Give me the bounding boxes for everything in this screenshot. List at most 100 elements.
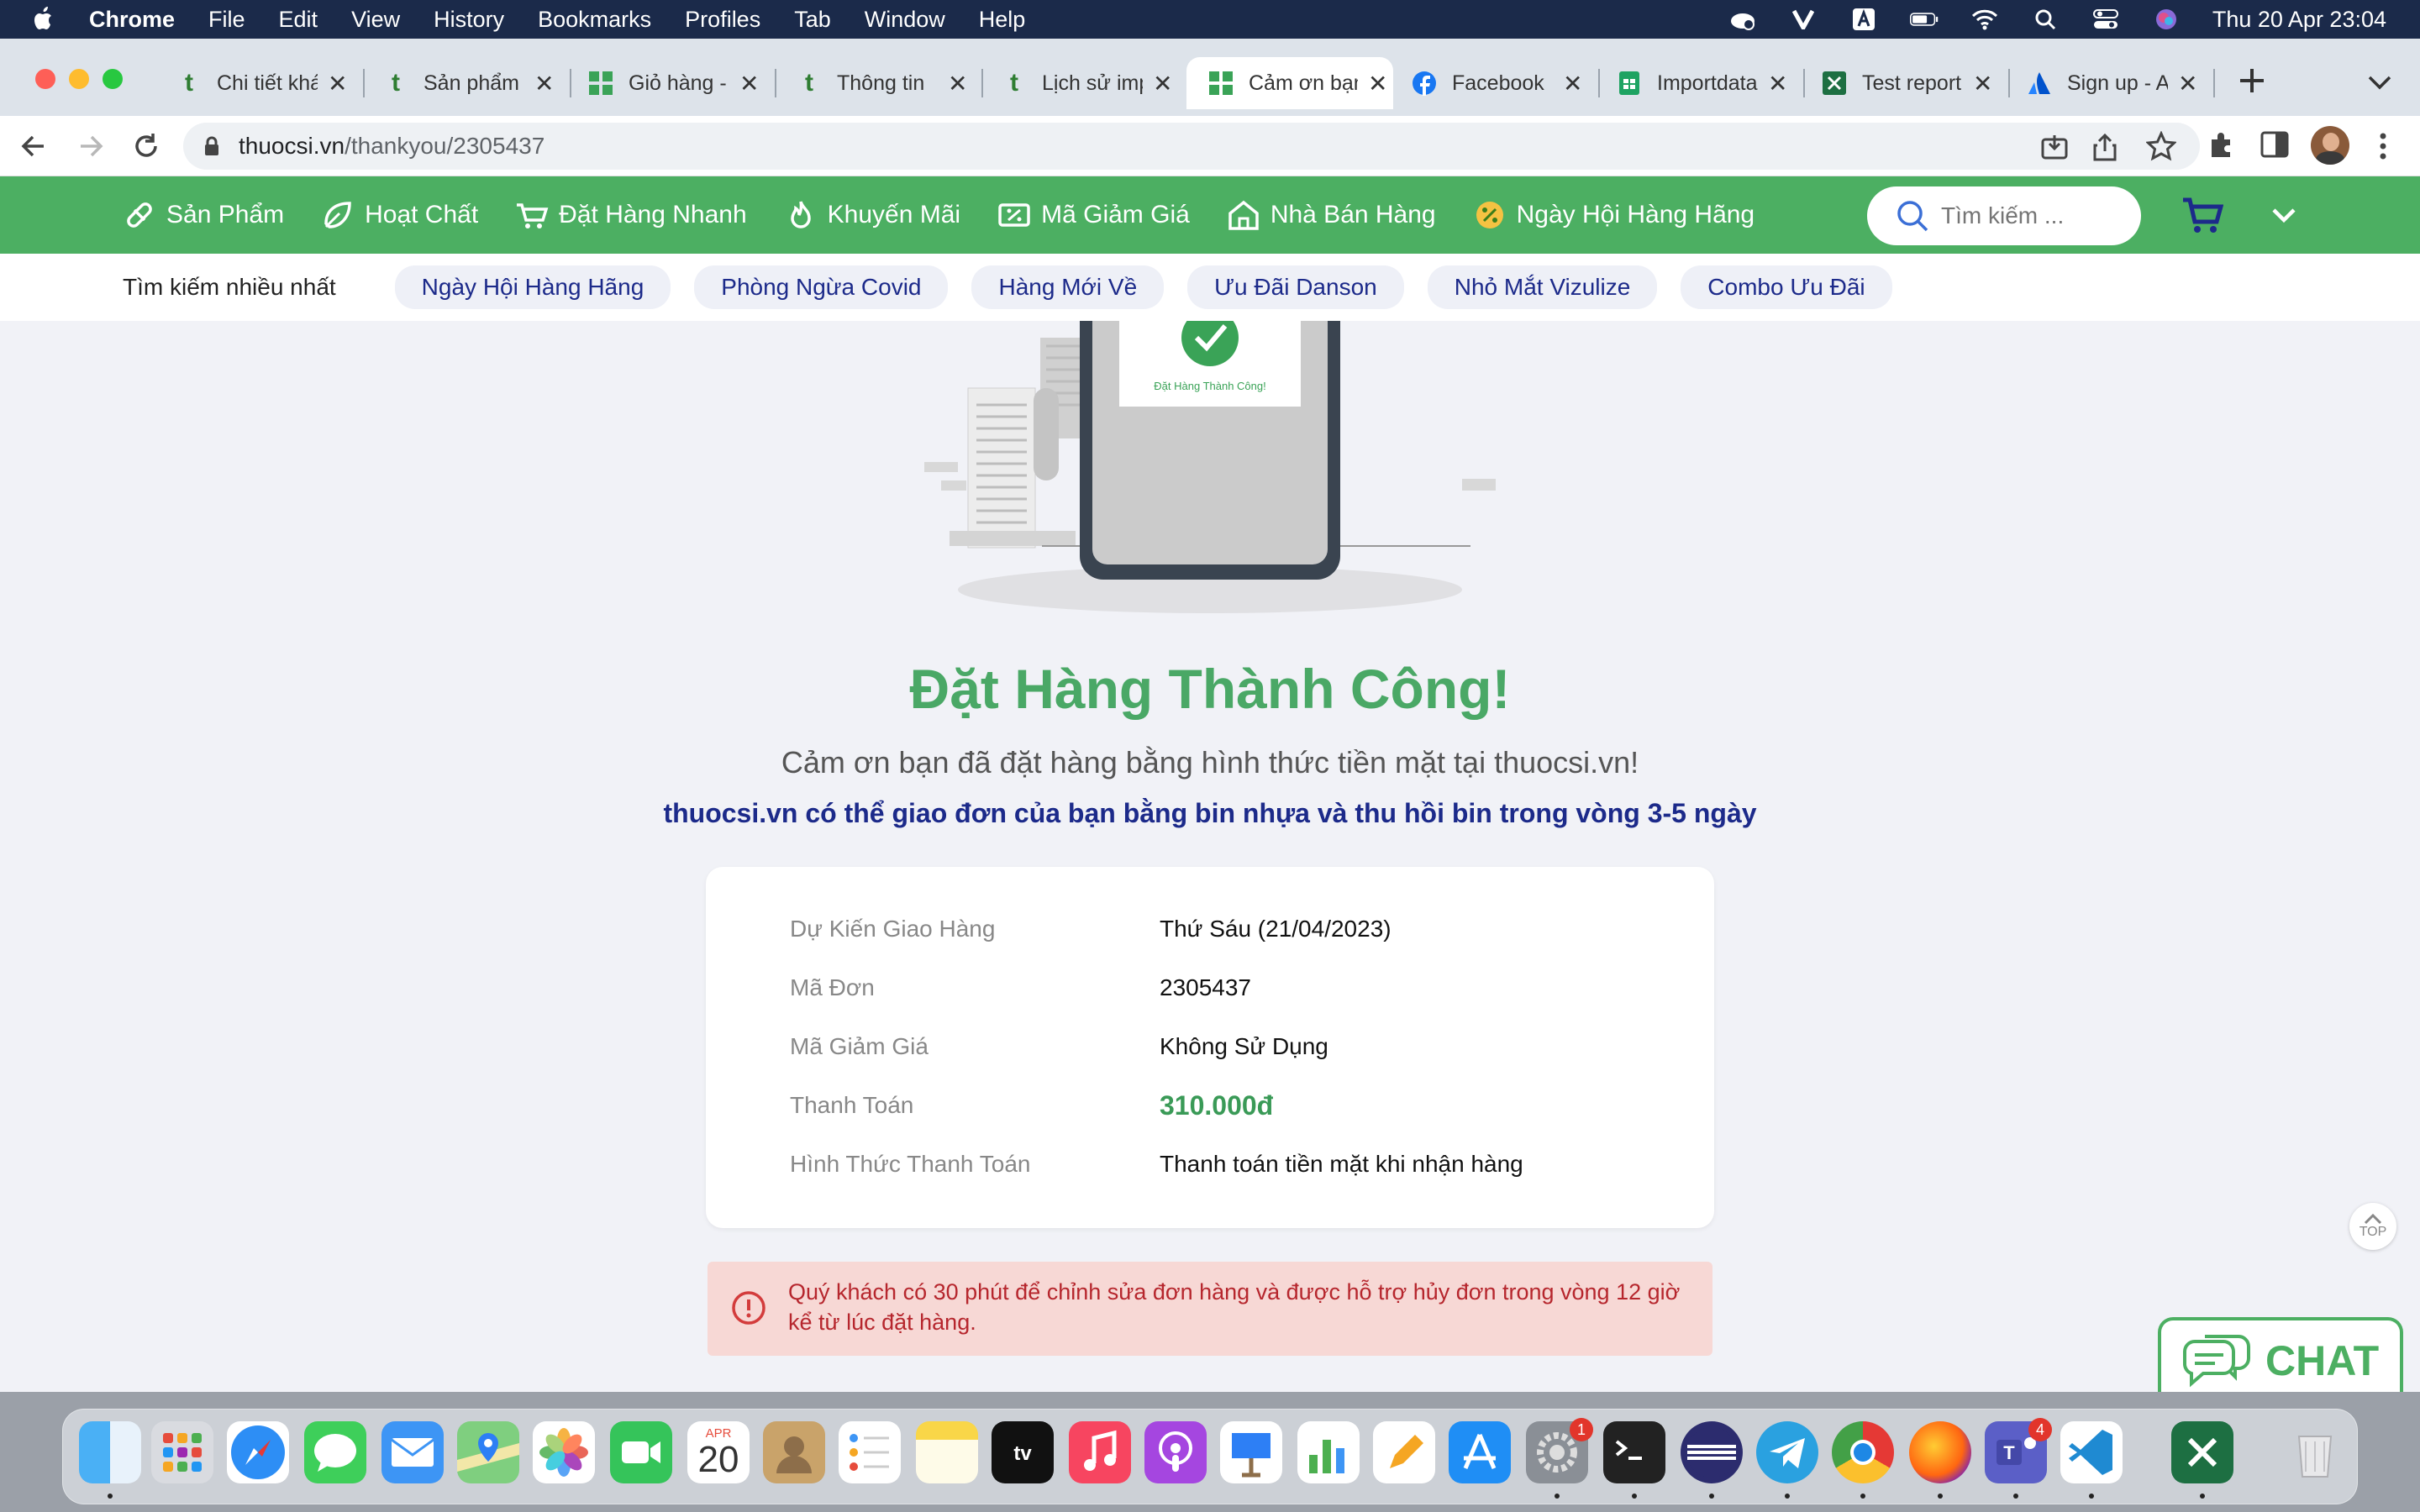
menu-history[interactable]: History — [434, 7, 504, 33]
nav-san-pham[interactable]: Sản Phẩm — [123, 198, 284, 232]
tab-gio-hang[interactable]: Giỏ hàng - thuocsi ✕ — [588, 57, 761, 109]
url-text[interactable]: thuocsi.vn/thankyou/2305437 — [239, 133, 544, 160]
close-tab-icon[interactable]: ✕ — [2178, 70, 2197, 97]
tab-test-report[interactable]: Test report ✕ — [1822, 57, 1995, 109]
close-tab-icon[interactable]: ✕ — [948, 70, 967, 97]
dock-notes[interactable] — [916, 1421, 978, 1483]
trending-chip[interactable]: Ngày Hội Hàng Hãng — [394, 265, 671, 309]
extensions-puzzle-icon[interactable] — [2207, 129, 2237, 160]
battery-icon[interactable] — [1909, 8, 1939, 31]
close-tab-icon[interactable]: ✕ — [1768, 70, 1787, 97]
v-icon[interactable] — [1789, 8, 1818, 31]
close-tab-icon[interactable]: ✕ — [1153, 70, 1172, 97]
dock-launchpad[interactable] — [151, 1421, 213, 1483]
bookmark-star-icon[interactable] — [2146, 131, 2176, 161]
tab-atlassian-signup[interactable]: Sign up - Atlassian ✕ — [2027, 57, 2200, 109]
dock-contacts[interactable] — [763, 1421, 825, 1483]
forward-button[interactable] — [74, 129, 108, 163]
menu-edit[interactable]: Edit — [279, 7, 318, 33]
nav-nha-ban-hang[interactable]: Nhà Bán Hàng — [1227, 198, 1436, 232]
menubar-clock[interactable]: Thu 20 Apr 23:04 — [2212, 7, 2386, 33]
nav-hoat-chat[interactable]: Hoạt Chất — [321, 198, 478, 232]
dock-finder[interactable] — [79, 1421, 141, 1483]
dock-vscode[interactable] — [2060, 1421, 2123, 1483]
dock-calendar[interactable]: APR 20 — [687, 1421, 750, 1483]
close-tab-icon[interactable]: ✕ — [1563, 70, 1582, 97]
dock-mail[interactable] — [381, 1421, 444, 1483]
nav-ma-giam-gia[interactable]: Mã Giảm Giá — [997, 198, 1190, 232]
dock-facetime[interactable] — [610, 1421, 672, 1483]
search-input[interactable] — [1941, 202, 2126, 229]
dock-keynote[interactable] — [1220, 1421, 1282, 1483]
account-dropdown-button[interactable] — [2269, 202, 2299, 228]
side-panel-icon[interactable] — [2260, 131, 2289, 158]
menu-window[interactable]: Window — [865, 7, 945, 33]
dock-reminders[interactable] — [839, 1421, 901, 1483]
tab-search-button[interactable] — [2365, 71, 2395, 94]
menu-help[interactable]: Help — [979, 7, 1026, 33]
control-center-icon[interactable] — [2091, 8, 2120, 31]
menu-profiles[interactable]: Profiles — [685, 7, 760, 33]
input-source-icon[interactable] — [1849, 8, 1878, 31]
tab-facebook[interactable]: Facebook ✕ — [1412, 57, 1585, 109]
nav-dat-hang-nhanh[interactable]: Đặt Hàng Nhanh — [515, 198, 747, 232]
dock-trash[interactable] — [2284, 1421, 2346, 1483]
nav-ngay-hoi-hang-hang[interactable]: Ngày Hội Hàng Hãng — [1473, 198, 1754, 232]
nav-khuyen-mai[interactable]: Khuyến Mãi — [784, 198, 960, 232]
share-icon[interactable] — [2092, 133, 2118, 161]
dock-terminal[interactable] — [1603, 1421, 1665, 1483]
close-tab-icon[interactable]: ✕ — [534, 70, 554, 97]
address-bar[interactable]: thuocsi.vn/thankyou/2305437 — [183, 123, 2200, 170]
dock-messages[interactable] — [304, 1421, 366, 1483]
kebab-menu-icon[interactable] — [2378, 131, 2388, 161]
tab-chi-tiet[interactable]: t Chi tiết khách hàng ✕ — [176, 57, 350, 109]
apple-logo-icon[interactable] — [32, 6, 55, 33]
chat-button[interactable]: CHAT — [2158, 1317, 2403, 1392]
dock-safari[interactable] — [227, 1421, 289, 1483]
tab-san-pham[interactable]: t Sản phẩm ✕ — [383, 57, 556, 109]
dock-tv[interactable]: tv — [992, 1421, 1054, 1483]
close-tab-icon[interactable]: ✕ — [328, 70, 347, 97]
trending-chip[interactable]: Phòng Ngừa Covid — [694, 265, 949, 309]
minimize-window-button[interactable] — [69, 69, 89, 89]
dock-app-store[interactable] — [1449, 1421, 1511, 1483]
dock-firefox[interactable] — [1909, 1421, 1971, 1483]
back-to-top-button[interactable]: TOP — [2349, 1203, 2396, 1250]
cart-button[interactable] — [2181, 195, 2224, 235]
site-search[interactable] — [1867, 186, 2141, 245]
dock-numbers[interactable] — [1297, 1421, 1360, 1483]
tab-lich-su[interactable]: t Lịch sử import ✕ — [1002, 57, 1175, 109]
trending-chip[interactable]: Ưu Đãi Danson — [1187, 265, 1404, 309]
dock-maps[interactable] — [457, 1421, 519, 1483]
dock-music[interactable] — [1069, 1421, 1131, 1483]
tab-importdata[interactable]: Importdata ✕ — [1617, 57, 1790, 109]
trending-chip[interactable]: Combo Ưu Đãi — [1681, 265, 1892, 309]
lock-icon[interactable] — [203, 136, 220, 156]
zoom-window-button[interactable] — [103, 69, 123, 89]
menu-tab[interactable]: Tab — [794, 7, 831, 33]
dock-pages[interactable] — [1373, 1421, 1435, 1483]
dock-podcasts[interactable] — [1144, 1421, 1207, 1483]
reload-button[interactable] — [129, 129, 163, 163]
close-tab-icon[interactable]: ✕ — [1368, 70, 1387, 97]
new-tab-button[interactable] — [2235, 64, 2269, 97]
close-tab-icon[interactable]: ✕ — [739, 70, 759, 97]
profile-avatar[interactable] — [2311, 126, 2349, 165]
back-button[interactable] — [17, 129, 50, 163]
menu-file[interactable]: File — [208, 7, 245, 33]
trending-chip[interactable]: Nhỏ Mắt Vizulize — [1427, 265, 1658, 309]
close-window-button[interactable] — [35, 69, 55, 89]
trending-chip[interactable]: Hàng Mới Về — [971, 265, 1165, 309]
dock-chrome[interactable] — [1832, 1421, 1894, 1483]
tab-thong-tin[interactable]: t Thông tin ✕ — [797, 57, 970, 109]
wifi-icon[interactable] — [1970, 8, 1999, 31]
dock-telegram[interactable] — [1756, 1421, 1818, 1483]
menu-view[interactable]: View — [351, 7, 400, 33]
install-app-icon[interactable] — [2040, 133, 2069, 161]
dock-excel[interactable] — [2171, 1421, 2233, 1483]
siri-icon[interactable] — [2152, 8, 2181, 31]
tab-cam-on-active[interactable]: Cảm ơn bạn ✕ — [1186, 57, 1393, 109]
dock-photos[interactable] — [533, 1421, 595, 1483]
cloud-icon[interactable] — [1728, 8, 1757, 31]
close-tab-icon[interactable]: ✕ — [1973, 70, 1992, 97]
